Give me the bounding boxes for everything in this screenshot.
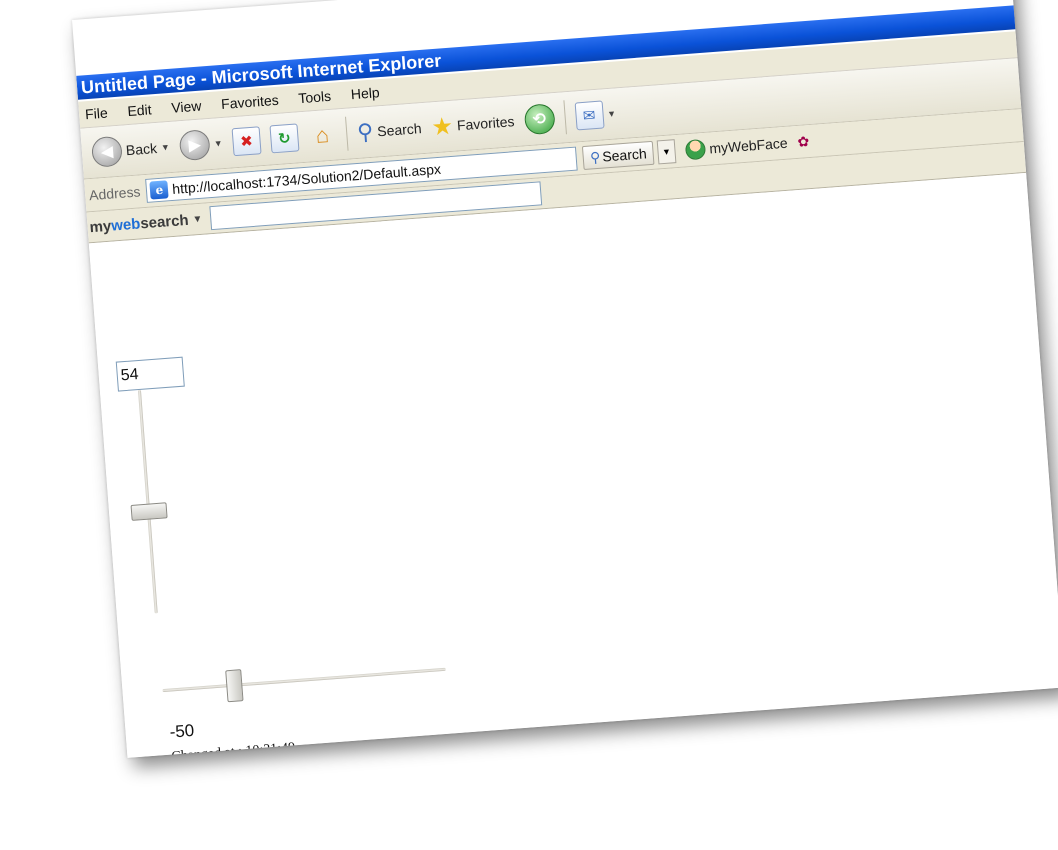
horizontal-slider-thumb[interactable] (225, 669, 244, 703)
search-dropdown[interactable]: ▼ (656, 139, 677, 165)
mail-icon: ✉ (574, 100, 605, 131)
brand-prefix: my (88, 217, 112, 236)
menu-file[interactable]: File (84, 100, 109, 128)
stop-button[interactable]: ✖ (231, 126, 262, 157)
magnifier-icon: ⚲ (356, 118, 375, 145)
back-arrow-icon: ◀ (90, 135, 124, 168)
menu-view[interactable]: View (170, 93, 202, 121)
search-label: Search (376, 120, 423, 140)
back-label: Back (125, 140, 158, 159)
address-label: Address (88, 183, 141, 204)
star-icon: ★ (430, 112, 454, 141)
chevron-down-icon[interactable]: ▼ (161, 142, 171, 153)
forward-arrow-icon: ▶ (178, 129, 211, 162)
search-button[interactable]: ⚲ Search (356, 115, 422, 146)
vertical-slider-track[interactable] (137, 389, 158, 614)
history-icon: ⟲ (523, 103, 556, 136)
horizontal-slider-value: -50 (168, 720, 195, 742)
mywebface-label[interactable]: myWebFace (709, 135, 788, 157)
history-button[interactable]: ⟲ (523, 103, 556, 136)
menu-tools[interactable]: Tools (297, 83, 332, 111)
horizontal-slider-track[interactable] (162, 667, 446, 693)
vertical-slider-thumb[interactable] (130, 502, 168, 521)
menu-edit[interactable]: Edit (126, 96, 152, 124)
toolbar-extra-icon[interactable]: ✿ (797, 133, 810, 151)
page-content: 54 -50 Changed at : 10:31:49 ص (88, 172, 1058, 758)
toolbar-divider (344, 116, 349, 151)
home-icon: ⌂ (314, 122, 330, 149)
refresh-button[interactable]: ↻ (269, 123, 300, 154)
mywebface-icon[interactable] (684, 138, 707, 161)
chevron-down-icon[interactable]: ▼ (607, 108, 617, 119)
toolbar-divider (562, 100, 567, 135)
refresh-icon: ↻ (269, 123, 300, 154)
menu-favorites[interactable]: Favorites (220, 87, 280, 117)
toolbar-search-label: Search (601, 145, 648, 165)
toolbar-search-button[interactable]: ⚲ Search (582, 140, 655, 171)
home-button[interactable]: ⌂ (307, 121, 337, 151)
chevron-down-icon[interactable]: ▼ (192, 213, 203, 225)
magnifier-icon: ⚲ (589, 148, 601, 166)
chevron-down-icon[interactable]: ▼ (213, 138, 223, 149)
stop-icon: ✖ (231, 126, 262, 157)
brand-suffix: search (139, 211, 190, 232)
back-button[interactable]: ◀ Back ▼ (90, 132, 171, 168)
screenshot-sheet: Untitled Page - Microsoft Internet Explo… (72, 0, 1058, 758)
mail-button[interactable]: ✉ ▼ (574, 100, 617, 131)
mywebsearch-logo[interactable]: mywebsearch (89, 211, 189, 235)
favorites-button[interactable]: ★ Favorites (430, 107, 515, 142)
menu-help[interactable]: Help (350, 79, 381, 107)
vertical-slider-textbox[interactable]: 54 (115, 356, 185, 392)
ie-page-icon: e (149, 180, 169, 200)
brand-mid: web (110, 214, 141, 235)
forward-button[interactable]: ▶ ▼ (178, 128, 224, 162)
favorites-label: Favorites (456, 113, 515, 134)
